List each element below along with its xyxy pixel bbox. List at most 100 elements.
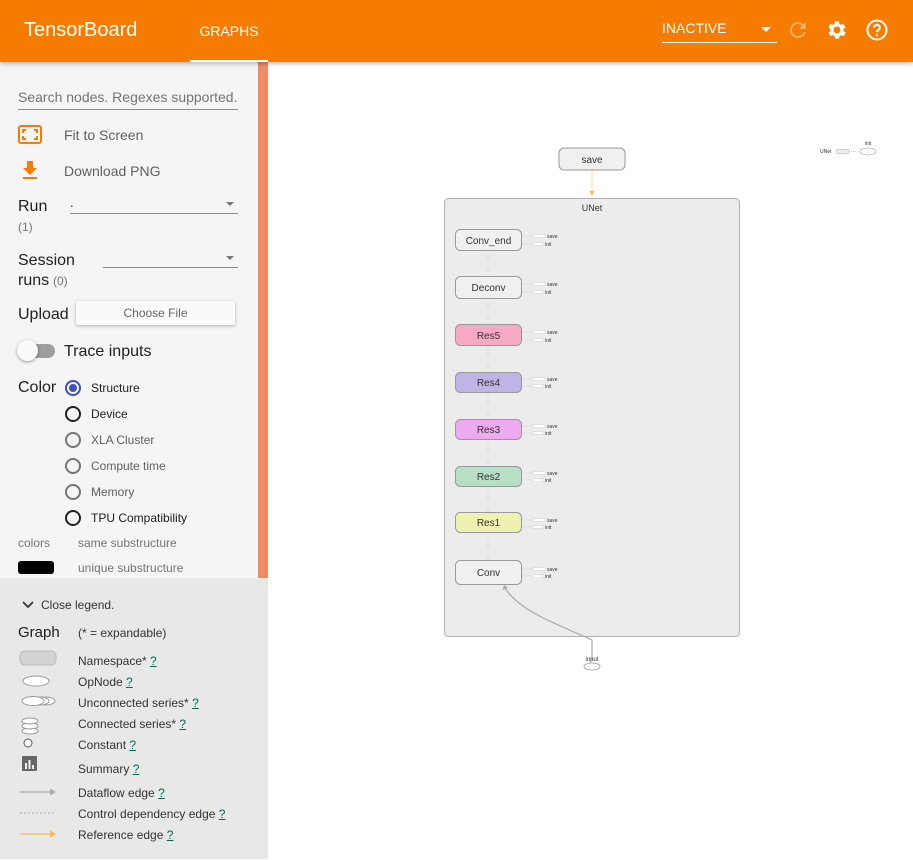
top-bar: TensorBoard GRAPHS INACTIVE bbox=[0, 0, 913, 62]
legend-symbols bbox=[19, 650, 57, 838]
radio-device[interactable] bbox=[65, 406, 81, 422]
res5-save: save bbox=[547, 330, 558, 336]
mini-unet-label: UNet bbox=[820, 149, 832, 155]
unet-label: UNet bbox=[582, 203, 603, 213]
fit-to-screen-button[interactable]: Fit to Screen bbox=[18, 123, 248, 147]
radio-ring bbox=[65, 510, 81, 526]
radio-xla-cluster[interactable] bbox=[65, 432, 81, 448]
reference-help-link[interactable]: ? bbox=[167, 828, 174, 842]
search-input[interactable]: Search nodes. Regexes supported. bbox=[18, 89, 238, 110]
mini-unet-stub[interactable]: UNet bbox=[820, 149, 859, 155]
legend-graph-title: Graph bbox=[18, 624, 60, 641]
unconnected-series-symbol bbox=[21, 696, 56, 706]
gear-icon[interactable] bbox=[825, 18, 849, 42]
download-png-button[interactable]: Download PNG bbox=[18, 159, 248, 183]
color-label: Color bbox=[18, 379, 57, 396]
plugin-selector[interactable]: INACTIVE bbox=[662, 20, 777, 43]
constant-help-link[interactable]: ? bbox=[129, 738, 136, 752]
download-png-label: Download PNG bbox=[64, 163, 161, 179]
control-help-link[interactable]: ? bbox=[219, 807, 226, 821]
legend-opnode-label: OpNode bbox=[78, 675, 123, 689]
run-dropdown[interactable]: . bbox=[70, 195, 238, 214]
reload-icon[interactable] bbox=[786, 18, 810, 42]
legend-dataflow-label: Dataflow edge bbox=[78, 786, 155, 800]
res1-save: save bbox=[547, 518, 558, 524]
legend-row-namespace: Namespace* ? bbox=[78, 654, 157, 668]
deconv-node[interactable]: Deconv bbox=[455, 276, 522, 299]
graph-canvas[interactable]: save UNet Conv_end Deconv Res5 Res4 Res3… bbox=[268, 62, 913, 859]
unique-substructure-label: unique substructure bbox=[78, 561, 184, 575]
upload-label: Upload bbox=[18, 306, 69, 323]
tab-indicator bbox=[190, 60, 268, 62]
legend-row-control: Control dependency edge ? bbox=[78, 807, 225, 821]
res2-label: Res2 bbox=[477, 472, 501, 483]
res5-init: init bbox=[545, 338, 552, 344]
radio-structure[interactable] bbox=[65, 380, 81, 396]
unconnected-help-link[interactable]: ? bbox=[192, 696, 199, 710]
res5-node[interactable]: Res5 bbox=[455, 324, 522, 346]
conv-end-save: save bbox=[547, 234, 558, 240]
legend-row-dataflow: Dataflow edge ? bbox=[78, 786, 165, 800]
res4-node[interactable]: Res4 bbox=[455, 372, 522, 393]
session-count: (0) bbox=[53, 274, 68, 288]
dataflow-help-link[interactable]: ? bbox=[158, 786, 165, 800]
res1-node[interactable]: Res1 bbox=[455, 512, 522, 533]
colors-label: colors bbox=[18, 536, 51, 550]
radio-compute-time[interactable] bbox=[65, 458, 81, 474]
summary-icon bbox=[22, 756, 37, 771]
chevron-down-icon bbox=[226, 202, 234, 206]
radio-tpu-compatibility[interactable] bbox=[65, 510, 81, 526]
namespace-help-link[interactable]: ? bbox=[150, 654, 157, 668]
res2-node[interactable]: Res2 bbox=[455, 466, 522, 487]
res2-init: init bbox=[545, 478, 552, 484]
save-node[interactable]: save bbox=[558, 147, 626, 171]
radio-ring bbox=[65, 484, 81, 500]
chevron-down-icon bbox=[226, 256, 234, 260]
connected-help-link[interactable]: ? bbox=[179, 717, 186, 731]
chevron-down-icon bbox=[22, 601, 34, 609]
session-dropdown[interactable] bbox=[103, 249, 238, 268]
dataflow-edge-symbol bbox=[20, 788, 56, 796]
fit-screen-icon bbox=[18, 125, 42, 144]
tab-graphs[interactable]: GRAPHS bbox=[190, 0, 268, 62]
same-substructure-label: same substructure bbox=[78, 536, 177, 550]
close-legend-button[interactable]: Close legend. bbox=[18, 597, 248, 613]
save-node-label: save bbox=[581, 155, 603, 166]
summary-help-link[interactable]: ? bbox=[133, 762, 140, 776]
radio-memory[interactable] bbox=[65, 484, 81, 500]
conv-end-init: init bbox=[545, 242, 552, 248]
legend-row-summary: Summary ? bbox=[78, 762, 139, 776]
input-label: input bbox=[585, 657, 598, 663]
legend-control-label: Control dependency edge bbox=[78, 807, 216, 821]
res4-label: Res4 bbox=[477, 378, 501, 389]
legend-summary-label: Summary bbox=[78, 762, 130, 776]
radio-device-label: Device bbox=[91, 407, 128, 421]
plugin-selector-value: INACTIVE bbox=[662, 20, 727, 36]
help-icon[interactable] bbox=[865, 18, 889, 42]
choose-file-button[interactable]: Choose File bbox=[76, 301, 235, 325]
mini-init-label: init bbox=[865, 141, 872, 147]
trace-inputs-label: Trace inputs bbox=[64, 343, 152, 360]
mini-init-node[interactable]: init bbox=[859, 141, 877, 156]
res3-init: init bbox=[545, 431, 552, 437]
res4-init: init bbox=[545, 384, 552, 390]
opnode-help-link[interactable]: ? bbox=[126, 675, 133, 689]
reference-edge-arrow bbox=[589, 191, 595, 196]
radio-dot bbox=[69, 384, 77, 392]
input-node[interactable]: input bbox=[583, 657, 601, 671]
conv-node[interactable]: Conv bbox=[455, 560, 522, 585]
run-count: (1) bbox=[18, 220, 33, 234]
legend-panel: Close legend. Graph (* = expandable) Nam… bbox=[0, 578, 268, 859]
connected-series-symbol bbox=[21, 717, 39, 735]
res3-label: Res3 bbox=[477, 425, 501, 436]
radio-ring bbox=[65, 458, 81, 474]
sidebar-scrollbar[interactable] bbox=[258, 62, 268, 578]
opnode-symbol bbox=[22, 675, 50, 687]
res3-node[interactable]: Res3 bbox=[455, 419, 522, 440]
radio-structure-label: Structure bbox=[91, 381, 140, 395]
legend-reference-label: Reference edge bbox=[78, 828, 164, 842]
toggle-knob[interactable] bbox=[17, 340, 38, 361]
conv-label: Conv bbox=[477, 568, 500, 579]
conv-end-node[interactable]: Conv_end bbox=[455, 229, 522, 251]
radio-ring bbox=[65, 432, 81, 448]
